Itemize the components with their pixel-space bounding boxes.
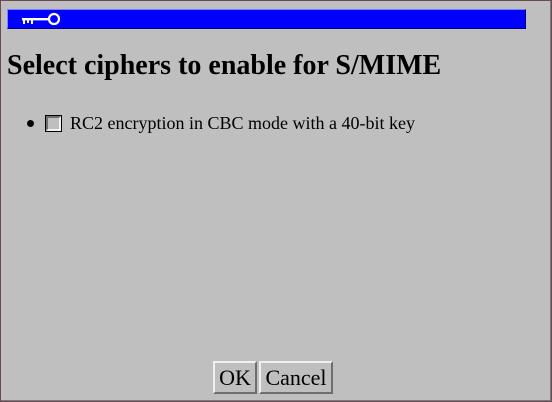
button-row: OK Cancel — [213, 361, 333, 394]
security-banner — [7, 9, 526, 29]
cipher-dialog: Select ciphers to enable for S/MIME RC2 … — [1, 1, 551, 401]
bullet-icon — [27, 119, 34, 127]
key-icon — [16, 12, 64, 26]
cancel-button[interactable]: Cancel — [259, 361, 333, 394]
list-item: RC2 encryption in CBC mode with a 40-bit… — [27, 110, 415, 136]
cipher-list: RC2 encryption in CBC mode with a 40-bit… — [27, 110, 415, 136]
ok-button[interactable]: OK — [213, 361, 257, 394]
cipher-label: RC2 encryption in CBC mode with a 40-bit… — [70, 113, 415, 133]
page-title: Select ciphers to enable for S/MIME — [7, 50, 442, 81]
cipher-checkbox-rc2-40[interactable] — [45, 114, 62, 132]
